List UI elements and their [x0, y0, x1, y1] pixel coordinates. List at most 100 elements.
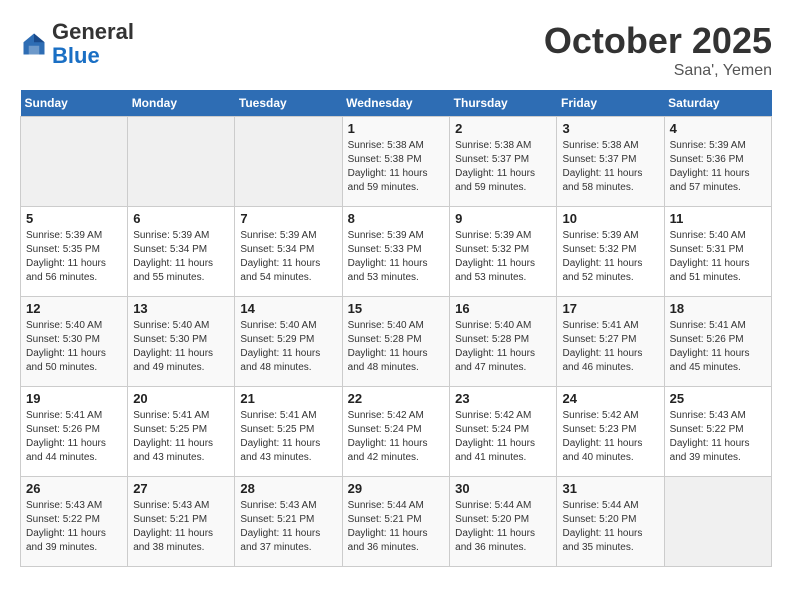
- calendar-cell: 23Sunrise: 5:42 AM Sunset: 5:24 PM Dayli…: [450, 387, 557, 477]
- calendar-cell: 24 Sunrise: 5:42 AM Sunset: 5:23 PM Dayli…: [557, 387, 664, 477]
- day-info: Sunrise: 5:39 AM Sunset: 5:32 PM Dayligh…: [455, 229, 551, 285]
- day-number: 18: [670, 301, 766, 316]
- day-number: 19: [26, 391, 122, 406]
- calendar-cell: 20 Sunrise: 5:41 AM Sunset: 5:25 PM Dayli…: [128, 387, 235, 477]
- day-info: Sunrise: 5:42 AM Sunset: 5:24 PM Dayligh…: [348, 409, 445, 465]
- day-info: Sunrise: 5:39 AM Sunset: 5:34 PM Dayligh…: [240, 229, 336, 285]
- day-number: 3: [562, 121, 658, 136]
- day-info: Sunrise: 5:41 AM Sunset: 5:26 PM Dayligh…: [26, 409, 122, 465]
- day-info: Sunrise: 5:39 AM Sunset: 5:34 PM Dayligh…: [133, 229, 229, 285]
- day-number: 31: [562, 481, 658, 496]
- day-info: Sunrise: 5:43 AM Sunset: 5:21 PM Dayligh…: [240, 499, 336, 555]
- day-number: 1: [348, 121, 445, 136]
- calendar-week-4: 19 Sunrise: 5:41 AM Sunset: 5:26 PM Dayli…: [21, 387, 772, 477]
- header-monday: Monday: [128, 90, 235, 117]
- header-thursday: Thursday: [450, 90, 557, 117]
- calendar-cell: 1 Sunrise: 5:38 AM Sunset: 5:38 PM Daylig…: [342, 117, 450, 207]
- calendar-cell: 16Sunrise: 5:40 AM Sunset: 5:28 PM Dayli…: [450, 297, 557, 387]
- day-info: Sunrise: 5:38 AM Sunset: 5:38 PM Dayligh…: [348, 139, 445, 195]
- calendar-cell: 4Sunrise: 5:39 AM Sunset: 5:36 PM Daylig…: [664, 117, 771, 207]
- day-info: Sunrise: 5:39 AM Sunset: 5:36 PM Dayligh…: [670, 139, 766, 195]
- day-number: 10: [562, 211, 658, 226]
- calendar-week-1: 1 Sunrise: 5:38 AM Sunset: 5:38 PM Daylig…: [21, 117, 772, 207]
- page-header: General Blue October 2025 Sana', Yemen: [20, 20, 772, 80]
- logo-text: General Blue: [52, 20, 134, 68]
- header-tuesday: Tuesday: [235, 90, 342, 117]
- day-info: Sunrise: 5:43 AM Sunset: 5:22 PM Dayligh…: [670, 409, 766, 465]
- calendar-week-3: 12 Sunrise: 5:40 AM Sunset: 5:30 PM Dayli…: [21, 297, 772, 387]
- day-number: 27: [133, 481, 229, 496]
- header-saturday: Saturday: [664, 90, 771, 117]
- calendar-cell: [664, 477, 771, 567]
- day-info: Sunrise: 5:43 AM Sunset: 5:22 PM Dayligh…: [26, 499, 122, 555]
- calendar-cell: 15 Sunrise: 5:40 AM Sunset: 5:28 PM Dayli…: [342, 297, 450, 387]
- day-info: Sunrise: 5:41 AM Sunset: 5:27 PM Dayligh…: [562, 319, 658, 375]
- calendar-cell: 17 Sunrise: 5:41 AM Sunset: 5:27 PM Dayli…: [557, 297, 664, 387]
- day-info: Sunrise: 5:43 AM Sunset: 5:21 PM Dayligh…: [133, 499, 229, 555]
- calendar-cell: 5Sunrise: 5:39 AM Sunset: 5:35 PM Daylig…: [21, 207, 128, 297]
- day-info: Sunrise: 5:40 AM Sunset: 5:31 PM Dayligh…: [670, 229, 766, 285]
- calendar-cell: 13 Sunrise: 5:40 AM Sunset: 5:30 PM Dayli…: [128, 297, 235, 387]
- day-number: 17: [562, 301, 658, 316]
- calendar-cell: 18 Sunrise: 5:41 AM Sunset: 5:26 PM Dayli…: [664, 297, 771, 387]
- day-number: 2: [455, 121, 551, 136]
- calendar-cell: 28 Sunrise: 5:43 AM Sunset: 5:21 PM Dayli…: [235, 477, 342, 567]
- day-info: Sunrise: 5:41 AM Sunset: 5:26 PM Dayligh…: [670, 319, 766, 375]
- day-number: 7: [240, 211, 336, 226]
- day-number: 15: [348, 301, 445, 316]
- day-number: 9: [455, 211, 551, 226]
- header-friday: Friday: [557, 90, 664, 117]
- day-number: 22: [348, 391, 445, 406]
- day-info: Sunrise: 5:40 AM Sunset: 5:28 PM Dayligh…: [348, 319, 445, 375]
- calendar-cell: [235, 117, 342, 207]
- day-number: 11: [670, 211, 766, 226]
- day-number: 28: [240, 481, 336, 496]
- day-number: 26: [26, 481, 122, 496]
- location: Sana', Yemen: [544, 62, 772, 80]
- calendar-cell: 9 Sunrise: 5:39 AM Sunset: 5:32 PM Daylig…: [450, 207, 557, 297]
- calendar-header: Sunday Monday Tuesday Wednesday Thursday…: [21, 90, 772, 117]
- day-number: 30: [455, 481, 551, 496]
- day-info: Sunrise: 5:39 AM Sunset: 5:33 PM Dayligh…: [348, 229, 445, 285]
- calendar-cell: 6Sunrise: 5:39 AM Sunset: 5:34 PM Daylig…: [128, 207, 235, 297]
- calendar-week-2: 5Sunrise: 5:39 AM Sunset: 5:35 PM Daylig…: [21, 207, 772, 297]
- day-info: Sunrise: 5:41 AM Sunset: 5:25 PM Dayligh…: [240, 409, 336, 465]
- day-info: Sunrise: 5:42 AM Sunset: 5:23 PM Dayligh…: [562, 409, 658, 465]
- day-number: 8: [348, 211, 445, 226]
- calendar-cell: 29Sunrise: 5:44 AM Sunset: 5:21 PM Dayli…: [342, 477, 450, 567]
- calendar-cell: 30Sunrise: 5:44 AM Sunset: 5:20 PM Dayli…: [450, 477, 557, 567]
- logo-blue: Blue: [52, 43, 100, 68]
- calendar-cell: 27 Sunrise: 5:43 AM Sunset: 5:21 PM Dayli…: [128, 477, 235, 567]
- calendar-cell: 26 Sunrise: 5:43 AM Sunset: 5:22 PM Dayli…: [21, 477, 128, 567]
- calendar-cell: 31 Sunrise: 5:44 AM Sunset: 5:20 PM Dayli…: [557, 477, 664, 567]
- day-info: Sunrise: 5:40 AM Sunset: 5:30 PM Dayligh…: [133, 319, 229, 375]
- logo-icon: [20, 30, 48, 58]
- day-number: 14: [240, 301, 336, 316]
- day-info: Sunrise: 5:44 AM Sunset: 5:21 PM Dayligh…: [348, 499, 445, 555]
- day-number: 20: [133, 391, 229, 406]
- day-info: Sunrise: 5:40 AM Sunset: 5:30 PM Dayligh…: [26, 319, 122, 375]
- header-row: Sunday Monday Tuesday Wednesday Thursday…: [21, 90, 772, 117]
- calendar-cell: 8 Sunrise: 5:39 AM Sunset: 5:33 PM Daylig…: [342, 207, 450, 297]
- day-number: 25: [670, 391, 766, 406]
- calendar-cell: 14 Sunrise: 5:40 AM Sunset: 5:29 PM Dayli…: [235, 297, 342, 387]
- calendar-cell: 19 Sunrise: 5:41 AM Sunset: 5:26 PM Dayli…: [21, 387, 128, 477]
- day-info: Sunrise: 5:42 AM Sunset: 5:24 PM Dayligh…: [455, 409, 551, 465]
- calendar-cell: 10Sunrise: 5:39 AM Sunset: 5:32 PM Dayli…: [557, 207, 664, 297]
- day-number: 24: [562, 391, 658, 406]
- day-info: Sunrise: 5:38 AM Sunset: 5:37 PM Dayligh…: [455, 139, 551, 195]
- title-block: October 2025 Sana', Yemen: [544, 20, 772, 80]
- calendar-cell: 3Sunrise: 5:38 AM Sunset: 5:37 PM Daylig…: [557, 117, 664, 207]
- day-info: Sunrise: 5:40 AM Sunset: 5:29 PM Dayligh…: [240, 319, 336, 375]
- calendar-table: Sunday Monday Tuesday Wednesday Thursday…: [20, 90, 772, 567]
- day-number: 16: [455, 301, 551, 316]
- calendar-cell: [21, 117, 128, 207]
- day-number: 13: [133, 301, 229, 316]
- day-info: Sunrise: 5:44 AM Sunset: 5:20 PM Dayligh…: [562, 499, 658, 555]
- day-number: 21: [240, 391, 336, 406]
- calendar-cell: 12 Sunrise: 5:40 AM Sunset: 5:30 PM Dayli…: [21, 297, 128, 387]
- calendar-body: 1 Sunrise: 5:38 AM Sunset: 5:38 PM Daylig…: [21, 117, 772, 567]
- day-number: 12: [26, 301, 122, 316]
- day-info: Sunrise: 5:41 AM Sunset: 5:25 PM Dayligh…: [133, 409, 229, 465]
- calendar-cell: 11 Sunrise: 5:40 AM Sunset: 5:31 PM Dayli…: [664, 207, 771, 297]
